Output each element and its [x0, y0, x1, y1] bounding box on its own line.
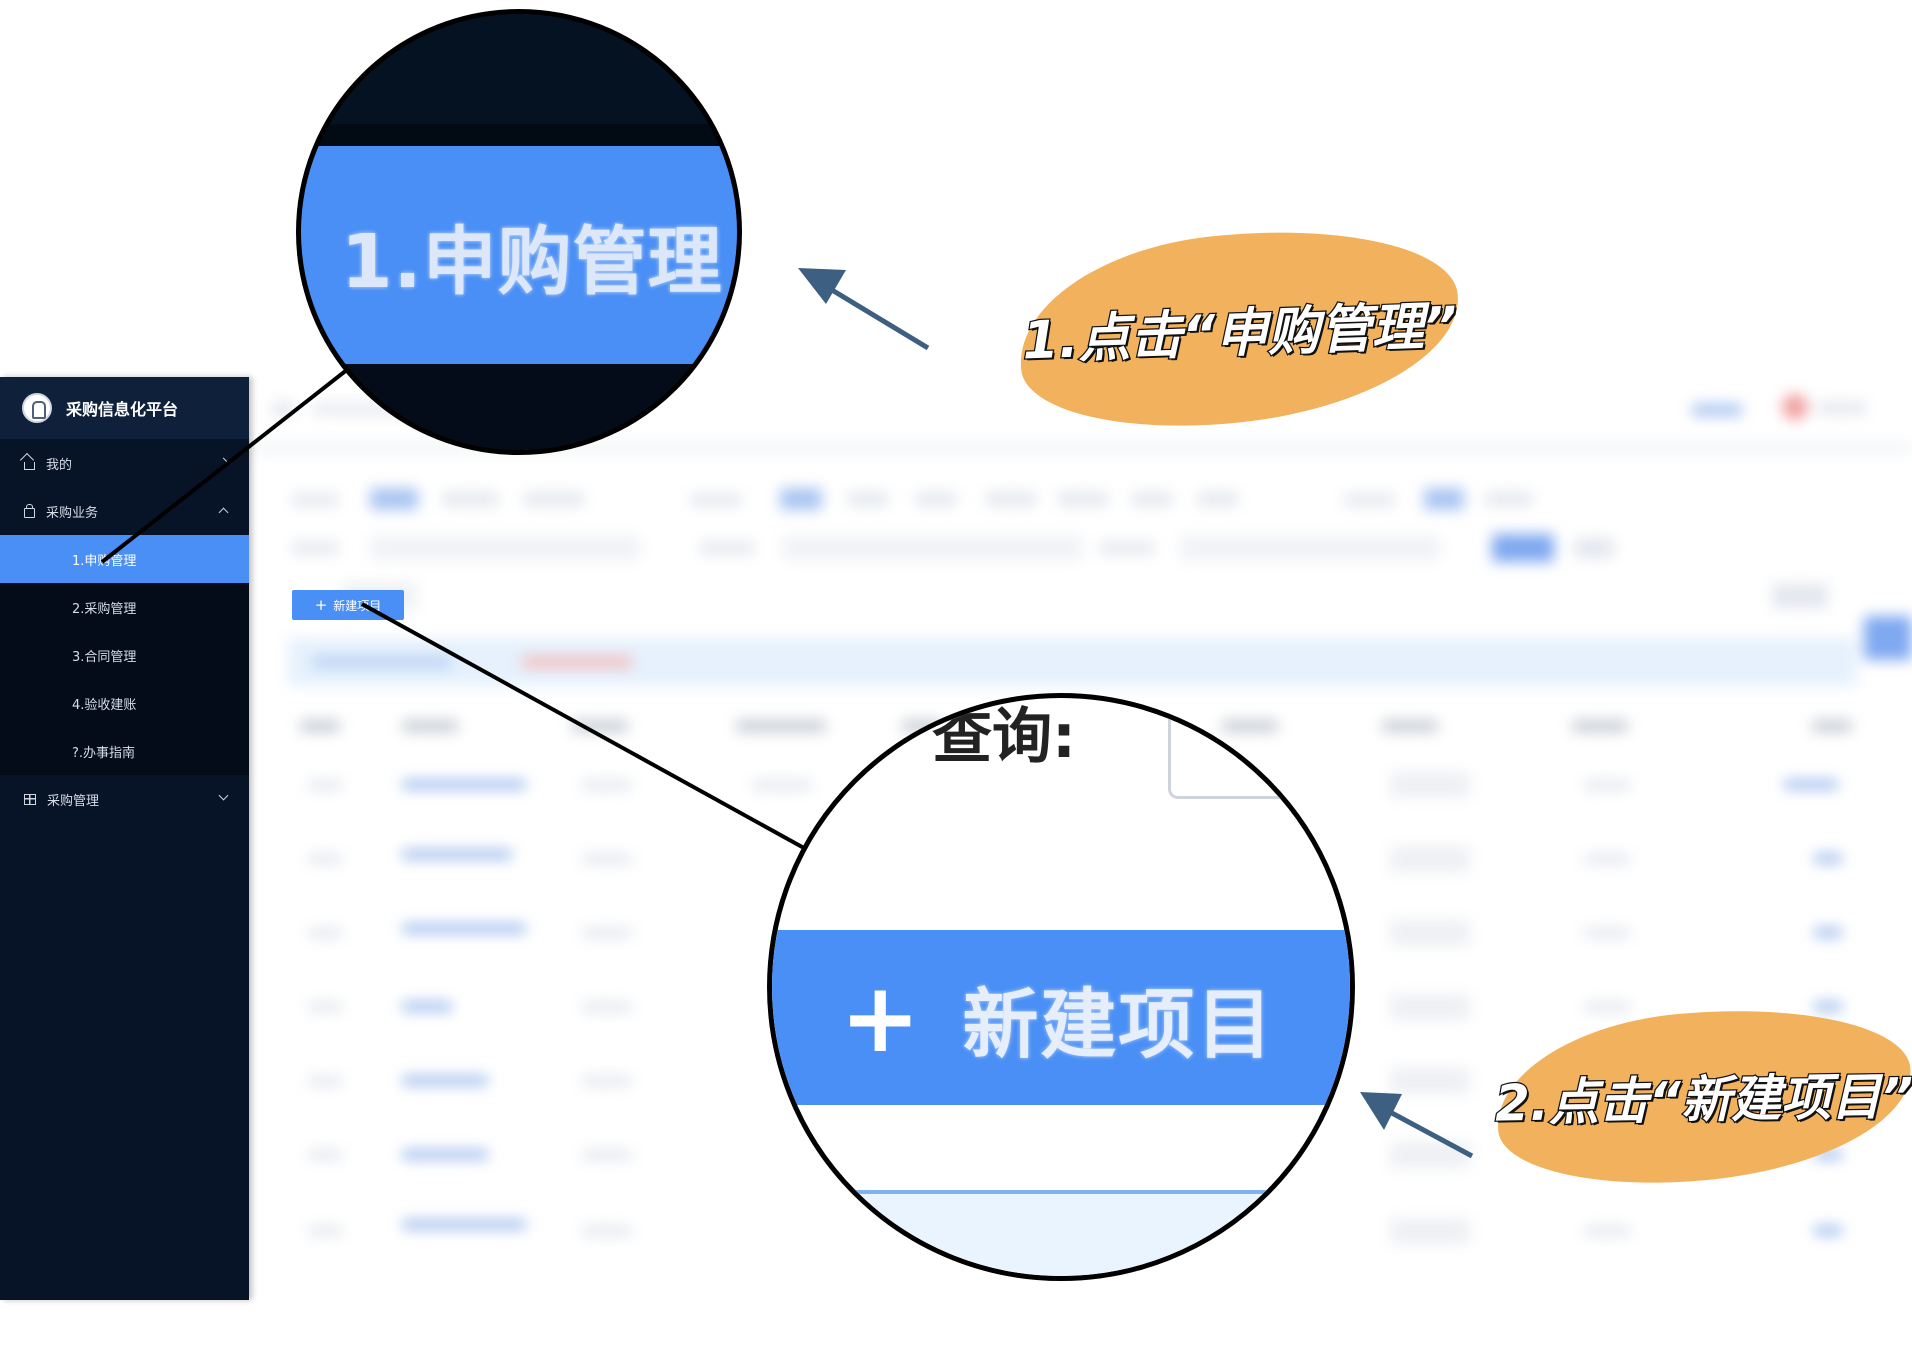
chevron-right-icon — [218, 457, 229, 468]
sidebar-item-mine[interactable]: 我的 — [0, 439, 249, 487]
plus-icon: + — [314, 595, 328, 614]
magnifier-purchase-request: 1.申购管理 — [296, 9, 742, 455]
chevron-down-icon — [218, 790, 229, 801]
zoomed-query-label: 查询: — [932, 702, 1076, 772]
zoomed-menu-item: 1.申购管理 — [301, 146, 737, 364]
sidebar-item-label: 2.采购管理 — [72, 601, 137, 617]
sidebar-item-label: ?.办事指南 — [72, 745, 136, 761]
chevron-up-icon — [218, 507, 229, 518]
zoomed-new-project-label: 新建项目 — [962, 979, 1275, 1069]
sidebar-item-label: 3.合同管理 — [72, 649, 137, 665]
home-icon — [24, 461, 35, 470]
sidebar-item-purchase-request[interactable]: 1.申购管理 — [0, 535, 249, 583]
zoomed-card-edge — [1168, 698, 1304, 799]
sidebar-brand: 采购信息化平台 — [0, 377, 249, 439]
university-logo-icon — [22, 393, 52, 423]
new-project-button[interactable]: + 新建项目 — [292, 590, 404, 620]
magnifier-new-project: 查询: + 新建项目 — [767, 693, 1355, 1281]
sidebar: 采购信息化平台 我的 采购业务 1.申购管理 2.采购管理 3.合同管理 4.验… — [0, 377, 249, 1300]
sidebar-item-procurement-management[interactable]: 2.采购管理 — [0, 583, 249, 631]
app-title: 采购信息化平台 — [66, 400, 179, 419]
zoomed-purchase-request-label: 1.申购管理 — [341, 218, 723, 305]
sidebar-item-label: 我的 — [46, 457, 73, 473]
zoomed-plus-icon: + — [840, 961, 921, 1074]
briefcase-icon — [24, 503, 35, 518]
zoomed-new-project-button: + 新建项目 — [772, 930, 1350, 1105]
sidebar-item-acceptance[interactable]: 4.验收建账 — [0, 679, 249, 727]
sidebar-item-guide[interactable]: ?.办事指南 — [0, 727, 249, 775]
new-project-label: 新建项目 — [333, 598, 382, 613]
sidebar-item-procurement-business[interactable]: 采购业务 — [0, 487, 249, 535]
sidebar-item-label: 采购业务 — [46, 505, 99, 521]
sidebar-item-procurement-admin[interactable]: 采购管理 — [0, 775, 249, 823]
annotation-step1-text: 1.点击“申购管理” — [1020, 295, 1459, 373]
arrow-to-magnifier1-icon — [798, 268, 930, 351]
table-icon — [24, 793, 36, 805]
sidebar-item-label: 4.验收建账 — [72, 697, 137, 713]
sidebar-item-label: 1.申购管理 — [72, 553, 137, 569]
annotation-step2-text: 2.点击“新建项目” — [1493, 1066, 1912, 1134]
sidebar-item-contract-management[interactable]: 3.合同管理 — [0, 631, 249, 679]
sidebar-item-label: 采购管理 — [47, 793, 100, 809]
